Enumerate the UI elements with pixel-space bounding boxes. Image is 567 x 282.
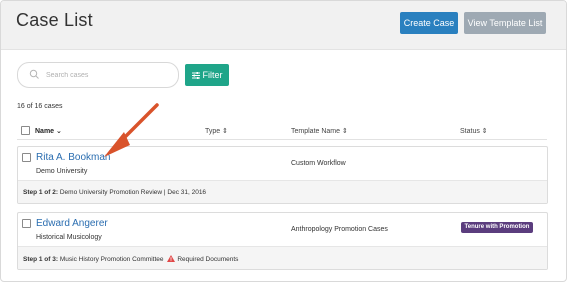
header-divider (17, 139, 547, 140)
case-step-bar: Step 1 of 2: Demo University Promotion R… (18, 180, 547, 203)
search-input[interactable] (44, 64, 173, 86)
result-count: 16 of 16 cases (17, 103, 63, 110)
select-all-checkbox[interactable] (21, 126, 30, 135)
search-icon (29, 69, 39, 79)
case-unit: Historical Musicology (36, 234, 102, 241)
step-label: Step 1 of 3: (23, 256, 59, 263)
case-checkbox[interactable] (22, 219, 31, 228)
search-box[interactable] (17, 62, 179, 88)
case-step: Step 1 of 2: Demo University Promotion R… (23, 189, 206, 196)
case-name-link[interactable]: Edward Angerer (36, 218, 108, 229)
case-name-link[interactable]: Rita A. Bookman (36, 152, 110, 163)
column-header-type[interactable]: Type ⇕ (205, 127, 228, 135)
create-case-button[interactable]: Create Case (400, 12, 458, 34)
case-checkbox[interactable] (22, 153, 31, 162)
filter-icon (191, 72, 200, 80)
filter-button[interactable]: Filter (185, 64, 229, 86)
view-template-list-button[interactable]: View Template List (464, 12, 546, 34)
case-row: Rita A. Bookman Demo University Custom W… (17, 146, 548, 204)
step-label: Step 1 of 2: (23, 189, 59, 196)
case-list-panel: Case List Create Case View Template List… (0, 0, 567, 282)
step-detail: Music History Promotion Committee (59, 256, 164, 263)
step-detail: Demo University Promotion Review | Dec 3… (59, 189, 207, 196)
case-unit: Demo University (36, 168, 88, 175)
case-template: Anthropology Promotion Cases (291, 226, 388, 233)
column-header-name[interactable]: Name ⌄ (35, 127, 62, 135)
column-header-status[interactable]: Status ⇕ (460, 127, 488, 135)
status-badge: Tenure with Promotion (461, 222, 533, 233)
page-title: Case List (16, 10, 93, 30)
case-row: Edward Angerer Historical Musicology Ant… (17, 212, 548, 270)
page-header: Case List Create Case View Template List (1, 1, 566, 50)
column-header-template[interactable]: Template Name ⇕ (291, 127, 348, 135)
warning-icon (167, 255, 176, 262)
case-step: Step 1 of 3: Music History Promotion Com… (23, 255, 238, 263)
case-template: Custom Workflow (291, 160, 346, 167)
case-step-bar: Step 1 of 3: Music History Promotion Com… (18, 246, 547, 269)
warning-text: Required Documents (177, 256, 239, 263)
filter-label: Filter (202, 70, 223, 80)
